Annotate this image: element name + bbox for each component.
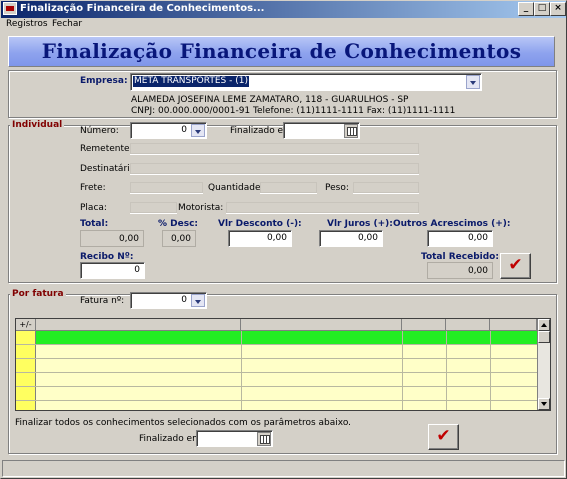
recibo-value: 0	[134, 265, 140, 275]
fatura-select[interactable]: 0	[130, 292, 207, 309]
quantidade-label: Quantidade:	[208, 183, 264, 193]
recibo-input[interactable]: 0	[80, 262, 145, 279]
table-row[interactable]	[16, 345, 537, 359]
vlr-juros-value: 0,00	[357, 233, 378, 243]
table-row[interactable]	[16, 387, 537, 401]
table-row[interactable]	[16, 373, 537, 387]
numero-label: Número:	[80, 126, 119, 136]
confirm-fatura-button[interactable]: ✔	[428, 424, 459, 450]
calendar-icon[interactable]	[257, 432, 271, 446]
chevron-down-icon[interactable]	[191, 124, 205, 137]
numero-value: 0	[181, 125, 187, 135]
frete-label: Frete:	[80, 183, 106, 193]
empresa-select[interactable]: META TRANSPORTES - (1)	[130, 73, 482, 91]
checkmark-icon: ✔	[436, 426, 451, 446]
checkmark-icon: ✔	[508, 255, 523, 275]
desc-label: % Desc:	[158, 219, 199, 229]
calendar-icon[interactable]	[344, 124, 358, 138]
scroll-thumb[interactable]	[538, 331, 550, 343]
peso-field	[353, 182, 419, 194]
app-icon[interactable]	[3, 2, 17, 15]
status-bar	[2, 460, 565, 477]
empresa-select-value: META TRANSPORTES - (1)	[133, 76, 249, 87]
scroll-down-icon[interactable]	[538, 398, 550, 410]
grid-column-header[interactable]	[241, 319, 402, 331]
grid-column-header[interactable]	[36, 319, 241, 331]
menu-registros[interactable]: Registros	[6, 19, 48, 29]
motorista-label: Motorista:	[178, 203, 224, 213]
por-fatura-finalizado-label: Finalizado em:	[139, 434, 204, 444]
grid-column-header[interactable]	[490, 319, 537, 331]
total-label: Total:	[80, 219, 109, 229]
total-field: 0,00	[80, 230, 144, 247]
close-button[interactable]: ×	[550, 2, 566, 16]
destinatario-field	[130, 163, 419, 175]
individual-group-title: Individual	[10, 120, 65, 130]
faturas-grid[interactable]: +/-	[15, 318, 551, 411]
table-row[interactable]	[16, 401, 537, 410]
grid-vertical-scrollbar[interactable]	[537, 319, 550, 410]
numero-select[interactable]: 0	[130, 122, 207, 139]
confirm-individual-button[interactable]: ✔	[500, 253, 531, 279]
fatura-label: Fatura nº:	[80, 296, 125, 306]
por-fatura-group-title: Por fatura	[10, 289, 66, 299]
outros-acrescimos-input[interactable]: 0,00	[427, 230, 493, 247]
chevron-down-icon[interactable]	[466, 75, 480, 89]
scroll-up-icon[interactable]	[538, 319, 550, 331]
outros-acrescimos-value: 0,00	[467, 233, 488, 243]
outros-acrescimos-label: Outros Acrescimos (+):	[393, 219, 511, 229]
grid-column-header[interactable]	[402, 319, 446, 331]
minimize-button[interactable]: _	[518, 2, 534, 16]
vlr-juros-label: Vlr Juros (+):	[327, 219, 393, 229]
vlr-desconto-value: 0,00	[266, 233, 287, 243]
grid-toggle-all[interactable]: +/-	[16, 319, 36, 331]
placa-label: Placa:	[80, 203, 107, 213]
empresa-contact: CNPJ: 00.000.000/0001-91 Telefone: (11)1…	[131, 106, 456, 116]
grid-header: +/-	[16, 319, 537, 331]
title-bar: Finalização Financeira de Conhecimentos.…	[0, 0, 567, 18]
total-value: 0,00	[118, 234, 139, 244]
vlr-desconto-input[interactable]: 0,00	[228, 230, 292, 247]
menu-fechar[interactable]: Fechar	[52, 19, 82, 29]
por-fatura-finalizado-date-input[interactable]	[196, 430, 273, 447]
vlr-desconto-label: Vlr Desconto (-):	[218, 219, 302, 229]
grid-column-header[interactable]	[446, 319, 490, 331]
desc-field: 0,00	[162, 230, 196, 247]
window-title: Finalização Financeira de Conhecimentos.…	[20, 3, 265, 14]
total-recebido-field: 0,00	[427, 262, 493, 279]
quantidade-field	[260, 182, 317, 194]
vlr-juros-input[interactable]: 0,00	[319, 230, 383, 247]
page-title-banner: Finalização Financeira de Conhecimentos	[8, 36, 555, 67]
desc-value: 0,00	[170, 234, 191, 244]
table-row[interactable]	[16, 359, 537, 373]
motorista-field	[226, 202, 419, 214]
finalizado-date-input[interactable]	[283, 122, 360, 139]
remetente-field	[130, 143, 419, 155]
empresa-address: ALAMEDA JOSEFINA LEME ZAMATARO, 118 - GU…	[131, 95, 409, 105]
grid-row-selected[interactable]	[16, 331, 537, 345]
placa-field	[130, 202, 177, 214]
frete-field	[130, 182, 203, 194]
maximize-button[interactable]: □	[534, 2, 550, 16]
remetente-label: Remetente:	[80, 144, 133, 154]
fatura-value: 0	[181, 295, 187, 305]
total-recebido-label: Total Recebido:	[421, 252, 499, 262]
peso-label: Peso:	[325, 183, 349, 193]
total-recebido-value: 0,00	[467, 266, 488, 276]
por-fatura-hint: Finalizar todos os conhecimentos selecio…	[15, 418, 352, 428]
empresa-label: Empresa:	[80, 76, 128, 86]
recibo-label: Recibo Nº:	[80, 252, 134, 262]
chevron-down-icon[interactable]	[191, 294, 205, 307]
menu-bar: Registros Fechar	[0, 18, 567, 32]
